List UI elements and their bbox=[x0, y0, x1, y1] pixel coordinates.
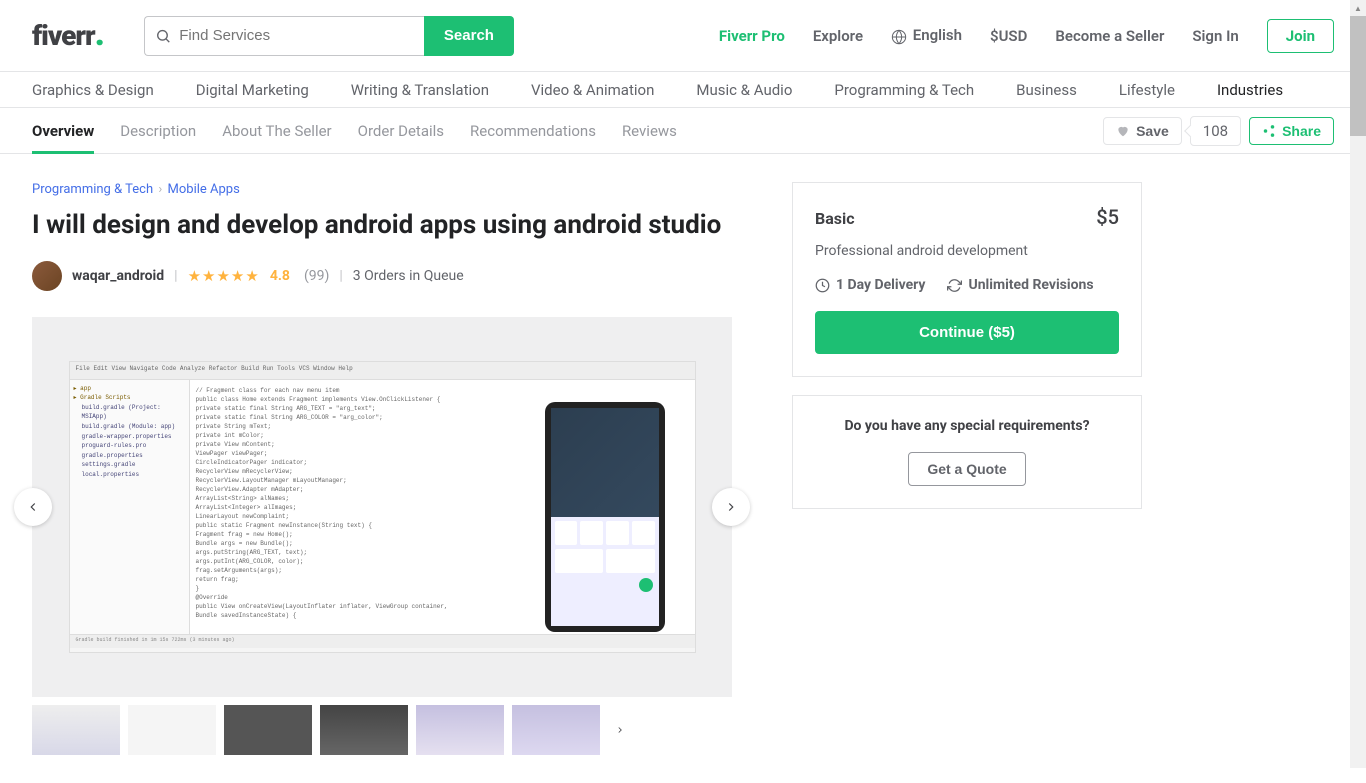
delivery-time: 1 Day Delivery bbox=[815, 277, 925, 293]
continue-button[interactable]: Continue ($5) bbox=[815, 311, 1119, 354]
gallery-next-button[interactable] bbox=[712, 488, 750, 526]
nav-become-seller[interactable]: Become a Seller bbox=[1055, 27, 1164, 45]
package-description: Professional android development bbox=[815, 243, 1119, 259]
gig-gallery: File Edit View Navigate Code Analyze Ref… bbox=[32, 317, 732, 697]
tab-about-seller[interactable]: About The Seller bbox=[222, 122, 331, 140]
thumbnail-6[interactable] bbox=[512, 705, 600, 755]
chevron-right-icon bbox=[724, 500, 738, 514]
thumbnail-3[interactable] bbox=[224, 705, 312, 755]
search-input[interactable] bbox=[179, 27, 414, 44]
globe-icon bbox=[891, 29, 907, 45]
ide-screenshot: File Edit View Navigate Code Analyze Ref… bbox=[69, 361, 696, 653]
search-icon bbox=[155, 27, 171, 45]
package-name: Basic bbox=[815, 209, 855, 228]
cat-graphics-design[interactable]: Graphics & Design bbox=[32, 81, 154, 99]
cat-music-audio[interactable]: Music & Audio bbox=[696, 81, 792, 99]
nav-currency[interactable]: $USD bbox=[990, 27, 1027, 45]
tab-overview[interactable]: Overview bbox=[32, 122, 94, 140]
review-count: (99) bbox=[304, 268, 329, 284]
gig-title: I will design and develop android apps u… bbox=[32, 209, 732, 243]
package-price: $5 bbox=[1096, 205, 1119, 229]
cat-industries[interactable]: Industries bbox=[1217, 81, 1283, 99]
main-header: fiverr. Search Fiverr Pro Explore Englis… bbox=[0, 0, 1366, 72]
cat-programming-tech[interactable]: Programming & Tech bbox=[834, 81, 974, 99]
scroll-up-icon[interactable]: ▲ bbox=[1350, 0, 1366, 16]
breadcrumb: Programming & Tech › Mobile Apps bbox=[32, 182, 732, 197]
share-icon bbox=[1262, 124, 1276, 138]
thumbnail-4[interactable] bbox=[320, 705, 408, 755]
seller-info: waqar_android | ★★★★★ 4.8 (99) | 3 Order… bbox=[32, 261, 732, 291]
thumbnail-1[interactable] bbox=[32, 705, 120, 755]
quote-card: Do you have any special requirements? Ge… bbox=[792, 395, 1142, 509]
scrollbar[interactable]: ▲ bbox=[1350, 0, 1366, 768]
nav-language[interactable]: English bbox=[891, 26, 962, 44]
chevron-right-icon bbox=[615, 725, 625, 735]
nav-signin[interactable]: Sign In bbox=[1192, 27, 1238, 45]
quote-question: Do you have any special requirements? bbox=[815, 418, 1119, 434]
save-count: 108 bbox=[1190, 116, 1241, 146]
nav-fiverr-pro[interactable]: Fiverr Pro bbox=[719, 27, 785, 45]
search-button[interactable]: Search bbox=[424, 16, 514, 56]
thumbnail-5[interactable] bbox=[416, 705, 504, 755]
thumbnail-2[interactable] bbox=[128, 705, 216, 755]
categories-nav: Graphics & Design Digital Marketing Writ… bbox=[0, 72, 1366, 108]
breadcrumb-category[interactable]: Programming & Tech bbox=[32, 182, 153, 197]
logo[interactable]: fiverr. bbox=[32, 19, 104, 52]
scrollbar-thumb[interactable] bbox=[1350, 16, 1366, 136]
chevron-left-icon bbox=[26, 500, 40, 514]
breadcrumb-subcategory[interactable]: Mobile Apps bbox=[168, 182, 240, 197]
cat-video-animation[interactable]: Video & Animation bbox=[531, 81, 654, 99]
nav-explore[interactable]: Explore bbox=[813, 27, 863, 45]
refresh-icon bbox=[947, 278, 962, 293]
share-button[interactable]: Share bbox=[1249, 117, 1334, 145]
tab-reviews[interactable]: Reviews bbox=[622, 122, 677, 140]
package-card: Basic $5 Professional android developmen… bbox=[792, 182, 1142, 377]
gallery-main-image[interactable]: File Edit View Navigate Code Analyze Ref… bbox=[32, 317, 732, 697]
orders-in-queue: 3 Orders in Queue bbox=[353, 268, 464, 284]
tab-description[interactable]: Description bbox=[120, 122, 196, 140]
cat-writing-translation[interactable]: Writing & Translation bbox=[351, 81, 489, 99]
cat-digital-marketing[interactable]: Digital Marketing bbox=[196, 81, 309, 99]
seller-username[interactable]: waqar_android bbox=[72, 268, 164, 284]
heart-icon bbox=[1116, 124, 1130, 138]
star-rating-icon: ★★★★★ bbox=[188, 267, 260, 285]
seller-avatar[interactable] bbox=[32, 261, 62, 291]
gallery-prev-button[interactable] bbox=[14, 488, 52, 526]
cat-business[interactable]: Business bbox=[1016, 81, 1077, 99]
thumbnails-next[interactable] bbox=[608, 705, 632, 755]
tab-recommendations[interactable]: Recommendations bbox=[470, 122, 596, 140]
tab-order-details[interactable]: Order Details bbox=[358, 122, 444, 140]
emulator-preview bbox=[545, 402, 665, 632]
revisions: Unlimited Revisions bbox=[947, 277, 1093, 293]
gallery-thumbnails bbox=[32, 705, 732, 755]
cat-lifestyle[interactable]: Lifestyle bbox=[1119, 81, 1175, 99]
get-quote-button[interactable]: Get a Quote bbox=[908, 452, 1025, 486]
rating-value: 4.8 bbox=[270, 268, 290, 284]
save-button[interactable]: Save bbox=[1103, 117, 1182, 145]
gig-subnav: Overview Description About The Seller Or… bbox=[0, 108, 1366, 154]
join-button[interactable]: Join bbox=[1267, 19, 1334, 53]
search-form: Search bbox=[144, 16, 514, 56]
clock-icon bbox=[815, 278, 830, 293]
